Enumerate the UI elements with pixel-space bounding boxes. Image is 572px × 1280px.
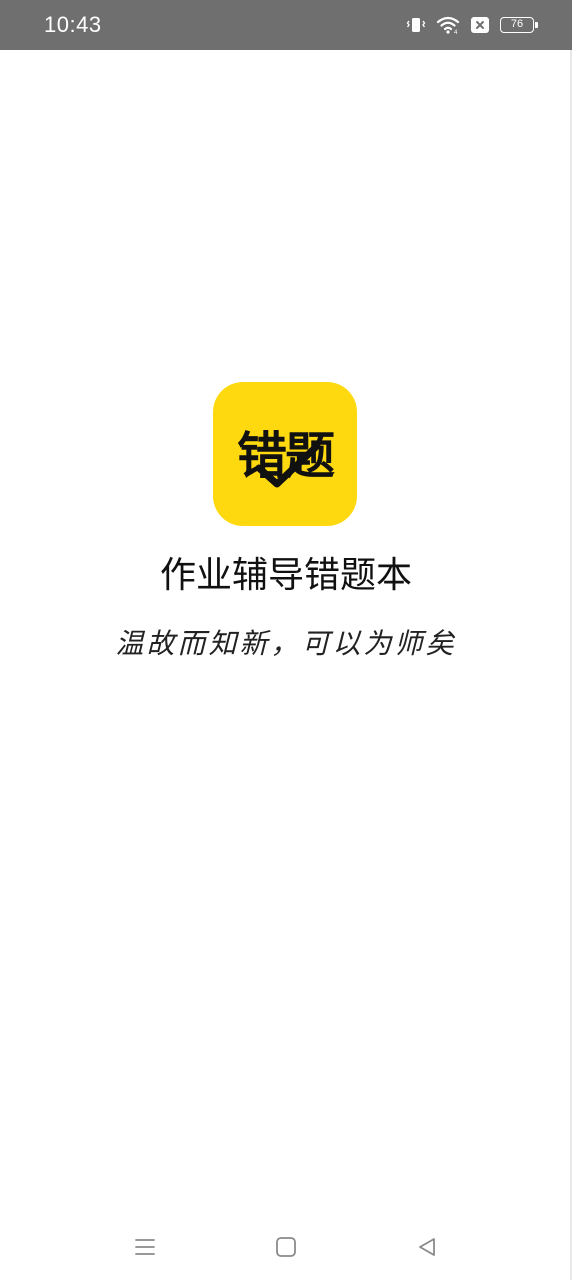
app-name: 作业辅导错题本 (159, 555, 412, 596)
back-icon[interactable] (412, 1232, 442, 1262)
sim-off-icon (470, 16, 490, 34)
status-bar: 10:43 4 76 (0, 0, 572, 50)
app-logo: 错题 (213, 382, 357, 526)
battery-icon: 76 (500, 17, 538, 33)
system-nav-bar (0, 1216, 572, 1280)
vibrate-icon (406, 15, 426, 35)
svg-text:4: 4 (454, 30, 458, 35)
status-time: 10:43 (44, 12, 102, 37)
app-slogan: 温故而知新，可以为师矣 (115, 627, 457, 660)
wifi-icon: 4 (436, 15, 460, 35)
menu-icon[interactable] (130, 1232, 160, 1262)
status-icons: 4 76 (406, 13, 538, 37)
home-icon[interactable] (271, 1232, 301, 1262)
checkmark-icon (255, 442, 321, 488)
